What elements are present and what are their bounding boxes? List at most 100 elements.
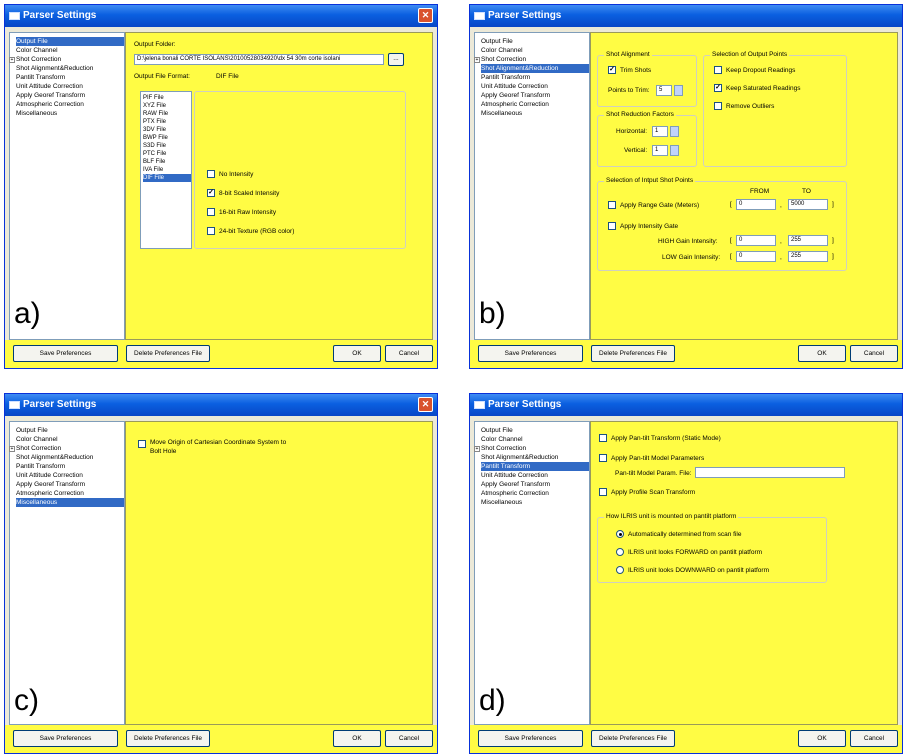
close-icon[interactable]: ✕ <box>418 397 433 412</box>
no-intensity-checkbox[interactable] <box>207 170 215 178</box>
format-item[interactable]: BLF File <box>143 158 191 166</box>
trim-shots-checkbox[interactable]: ✓ <box>608 66 616 74</box>
tree-item-color-channel[interactable]: Color Channel <box>16 435 124 444</box>
delete-preferences-button[interactable]: Delete Preferences File <box>591 345 675 362</box>
format-item[interactable]: BWP File <box>143 134 191 142</box>
ok-button[interactable]: OK <box>798 345 846 362</box>
format-item-selected[interactable]: DIF File <box>143 174 191 182</box>
format-item[interactable]: RAW File <box>143 110 191 118</box>
title-bar[interactable]: Parser Settings <box>470 394 902 416</box>
format-item[interactable]: PTC File <box>143 150 191 158</box>
ok-button[interactable]: OK <box>798 730 846 747</box>
tree-item-pantilt[interactable]: Pantilt Transform <box>16 462 124 471</box>
delete-preferences-button[interactable]: Delete Preferences File <box>126 345 210 362</box>
tree-item-unit-attitude[interactable]: Unit Attitude Correction <box>481 82 589 91</box>
tree-item-atmospheric[interactable]: Atmospheric Correction <box>481 489 589 498</box>
ok-button[interactable]: OK <box>333 730 381 747</box>
format-list[interactable]: PIF File XYZ File RAW File PTX File 3DV … <box>140 91 192 249</box>
high-from-input[interactable]: 0 <box>736 235 776 246</box>
pantilt-static-checkbox[interactable] <box>599 434 607 442</box>
profile-scan-checkbox[interactable] <box>599 488 607 496</box>
tree-item-unit-attitude[interactable]: Unit Attitude Correction <box>481 471 589 480</box>
keep-saturated-checkbox[interactable]: ✓ <box>714 84 722 92</box>
tree-item-georef[interactable]: Apply Georef Transform <box>16 480 124 489</box>
format-item[interactable]: 3DV File <box>143 126 191 134</box>
tree-item-atmospheric[interactable]: Atmospheric Correction <box>481 100 589 109</box>
tree-item-shot-correction[interactable]: + Shot Correction <box>9 444 124 453</box>
range-gate-checkbox[interactable] <box>608 201 616 209</box>
expand-icon[interactable]: + <box>9 57 15 63</box>
format-item[interactable]: S3D File <box>143 142 191 150</box>
cancel-button[interactable]: Cancel <box>850 730 898 747</box>
browse-button[interactable]: ... <box>388 53 404 66</box>
tree-item-shot-correction[interactable]: + Shot Correction <box>474 444 589 453</box>
close-icon[interactable]: ✕ <box>418 8 433 23</box>
tree-item-shot-alignment[interactable]: Shot Alignment&Reduction <box>16 64 124 73</box>
tree-item-output-file[interactable]: Output File <box>16 426 124 435</box>
save-preferences-button[interactable]: Save Preferences <box>478 345 583 362</box>
tree-item-georef[interactable]: Apply Georef Transform <box>481 91 589 100</box>
tree-item-color-channel[interactable]: Color Channel <box>481 46 589 55</box>
tree-item-output-file[interactable]: Output File <box>481 426 589 435</box>
tree-item-atmospheric[interactable]: Atmospheric Correction <box>16 100 124 109</box>
delete-preferences-button[interactable]: Delete Preferences File <box>126 730 210 747</box>
tree-item-pantilt[interactable]: Pantilt Transform <box>16 73 124 82</box>
range-to-input[interactable]: 5000 <box>788 199 828 210</box>
tree-item-georef[interactable]: Apply Georef Transform <box>16 91 124 100</box>
points-to-trim-input[interactable]: 5 <box>656 85 672 96</box>
vertical-spinner[interactable] <box>670 145 679 156</box>
title-bar[interactable]: Parser Settings <box>470 5 902 27</box>
horizontal-input[interactable]: 1 <box>652 126 668 137</box>
tree-item-misc[interactable]: Miscellaneous <box>16 109 124 118</box>
low-to-input[interactable]: 255 <box>788 251 828 262</box>
tree-item-shot-correction[interactable]: + Shot Correction <box>474 55 589 64</box>
save-preferences-button[interactable]: Save Preferences <box>13 730 118 747</box>
vertical-input[interactable]: 1 <box>652 145 668 156</box>
expand-icon[interactable]: + <box>9 446 15 452</box>
pantilt-model-checkbox[interactable] <box>599 454 607 462</box>
tree-item-color-channel[interactable]: Color Channel <box>16 46 124 55</box>
low-from-input[interactable]: 0 <box>736 251 776 262</box>
param-file-input[interactable] <box>695 467 845 478</box>
tree-item-pantilt[interactable]: Pantilt Transform <box>481 73 589 82</box>
format-item[interactable]: IVA File <box>143 166 191 174</box>
cancel-button[interactable]: Cancel <box>385 730 433 747</box>
expand-icon[interactable]: + <box>474 446 480 452</box>
move-origin-checkbox[interactable] <box>138 440 146 448</box>
format-item[interactable]: XYZ File <box>143 102 191 110</box>
format-item[interactable]: PIF File <box>143 94 191 102</box>
tree-item-output-file[interactable]: Output File <box>481 37 589 46</box>
range-from-input[interactable]: 0 <box>736 199 776 210</box>
horizontal-spinner[interactable] <box>670 126 679 137</box>
output-folder-input[interactable]: D:\jelena bonali CORTE ISOLANS\201005280… <box>134 54 384 65</box>
16bit-intensity-checkbox[interactable] <box>207 208 215 216</box>
tree-item-output-file[interactable]: Output File <box>16 37 124 46</box>
tree-item-misc[interactable]: Miscellaneous <box>481 109 589 118</box>
tree-item-shot-alignment[interactable]: Shot Alignment&Reduction <box>481 453 589 462</box>
tree-item-unit-attitude[interactable]: Unit Attitude Correction <box>16 82 124 91</box>
tree-item-misc[interactable]: Miscellaneous <box>481 498 589 507</box>
remove-outliers-checkbox[interactable] <box>714 102 722 110</box>
title-bar[interactable]: Parser Settings ✕ <box>5 394 437 416</box>
points-spinner[interactable] <box>674 85 683 96</box>
keep-dropout-checkbox[interactable] <box>714 66 722 74</box>
expand-icon[interactable]: + <box>474 57 480 63</box>
format-item[interactable]: PTX File <box>143 118 191 126</box>
tree-item-atmospheric[interactable]: Atmospheric Correction <box>16 489 124 498</box>
cancel-button[interactable]: Cancel <box>850 345 898 362</box>
forward-radio[interactable] <box>616 548 624 556</box>
intensity-gate-checkbox[interactable] <box>608 222 616 230</box>
8bit-intensity-checkbox[interactable]: ✓ <box>207 189 215 197</box>
24bit-texture-checkbox[interactable] <box>207 227 215 235</box>
cancel-button[interactable]: Cancel <box>385 345 433 362</box>
tree-item-unit-attitude[interactable]: Unit Attitude Correction <box>16 471 124 480</box>
tree-item-pantilt[interactable]: Pantilt Transform <box>481 462 589 471</box>
save-preferences-button[interactable]: Save Preferences <box>13 345 118 362</box>
title-bar[interactable]: Parser Settings ✕ <box>5 5 437 27</box>
delete-preferences-button[interactable]: Delete Preferences File <box>591 730 675 747</box>
tree-item-shot-correction[interactable]: + Shot Correction <box>9 55 124 64</box>
tree-item-georef[interactable]: Apply Georef Transform <box>481 480 589 489</box>
tree-item-misc[interactable]: Miscellaneous <box>16 498 124 507</box>
tree-item-shot-alignment[interactable]: Shot Alignment&Reduction <box>481 64 589 73</box>
save-preferences-button[interactable]: Save Preferences <box>478 730 583 747</box>
